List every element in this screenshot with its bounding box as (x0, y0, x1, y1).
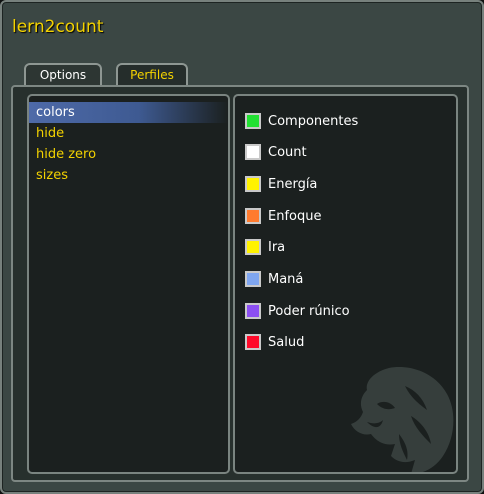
color-swatch-energia[interactable] (245, 176, 261, 192)
color-label: Componentes (268, 113, 359, 129)
color-label: Energía (268, 176, 318, 192)
lion-head-icon (351, 367, 454, 472)
color-swatch-componentes[interactable] (245, 113, 261, 129)
nav-item-colors[interactable]: colors (29, 102, 228, 123)
nav-item-sizes[interactable]: sizes (29, 165, 228, 186)
color-row-enfoque: Enfoque (245, 206, 321, 226)
color-row-salud: Salud (245, 332, 304, 352)
color-row-count: Count (245, 142, 307, 162)
color-label: Enfoque (268, 208, 322, 224)
colors-panel: Componentes Count Energía Enfoque Ira Ma… (233, 94, 458, 474)
window-title: lern2count (12, 17, 104, 37)
nav-item-hide[interactable]: hide (29, 123, 228, 144)
color-swatch-enfoque[interactable] (245, 208, 261, 224)
color-label: Ira (268, 239, 286, 255)
color-row-poder-runico: Poder rúnico (245, 301, 350, 321)
nav-item-hide-zero[interactable]: hide zero (29, 144, 228, 165)
tab-perfiles[interactable]: Perfiles (116, 63, 188, 86)
category-list: colors hide hide zero sizes (27, 94, 230, 474)
color-row-mana: Maná (245, 269, 303, 289)
color-swatch-poder-runico[interactable] (245, 303, 261, 319)
color-label: Poder rúnico (268, 303, 350, 319)
color-label: Salud (268, 334, 305, 350)
color-label: Count (268, 144, 307, 160)
color-swatch-count[interactable] (245, 144, 261, 160)
color-swatch-ira[interactable] (245, 239, 261, 255)
color-swatch-mana[interactable] (245, 271, 261, 287)
color-row-ira: Ira (245, 237, 285, 257)
color-row-componentes: Componentes (245, 111, 358, 131)
color-swatch-salud[interactable] (245, 334, 261, 350)
options-window: lern2count Options Perfiles colors hide … (0, 0, 484, 494)
color-label: Maná (268, 271, 304, 287)
tab-options[interactable]: Options (24, 63, 102, 86)
color-row-energia: Energía (245, 174, 317, 194)
tab-content: colors hide hide zero sizes Componentes … (11, 85, 469, 482)
